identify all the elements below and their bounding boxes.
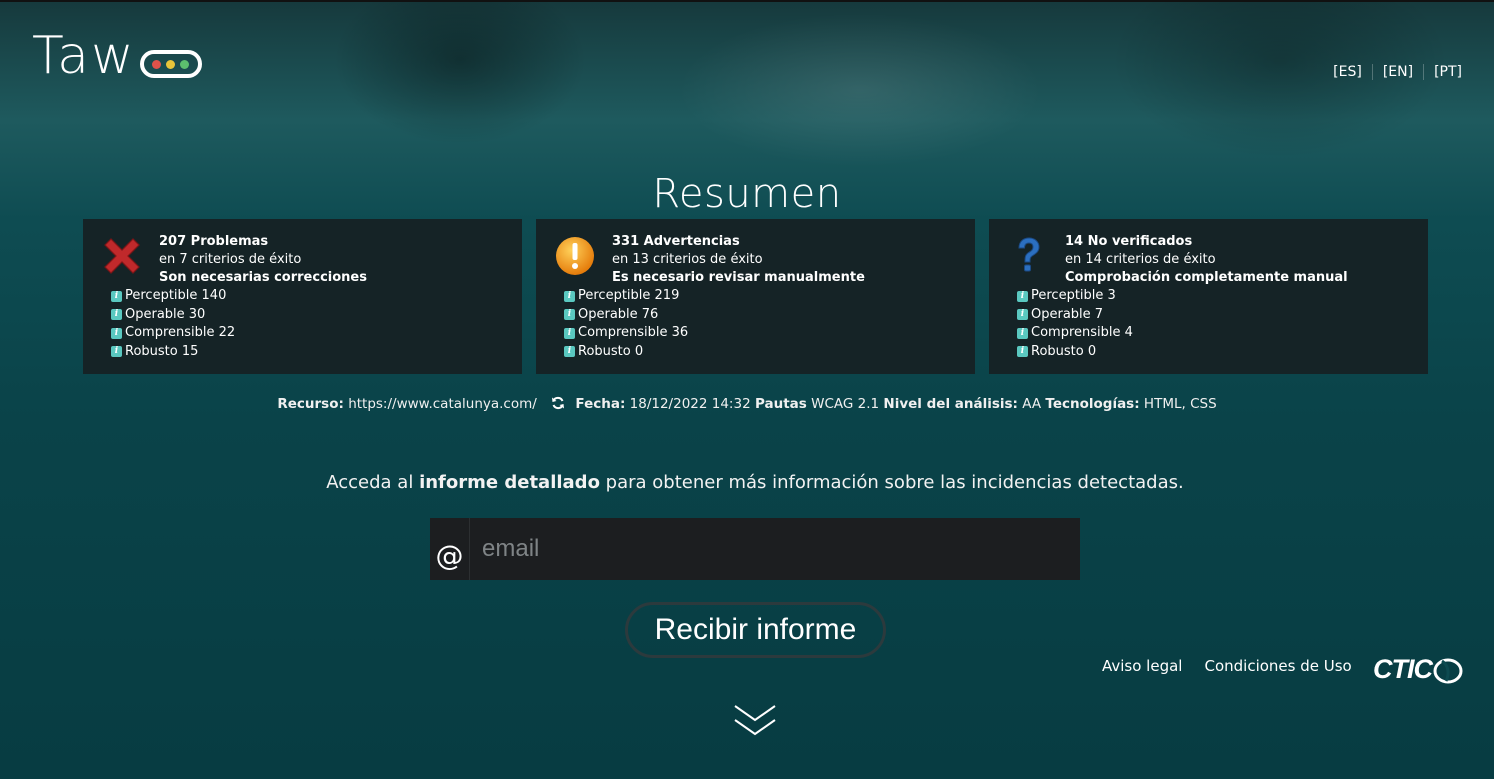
info-icon: i — [111, 327, 122, 339]
refresh-icon[interactable] — [551, 396, 565, 410]
red-dot — [152, 59, 162, 69]
list-item-label: Operable 7 — [1031, 306, 1104, 322]
info-icon: i — [564, 346, 575, 358]
list-item[interactable]: i Operable 30 — [111, 306, 510, 325]
lang-pt-link[interactable]: [PT] — [1423, 64, 1462, 80]
not-verified-count: 14 No verificados — [1065, 234, 1193, 249]
info-icon: i — [1017, 327, 1028, 339]
info-icon: i — [111, 309, 122, 321]
guidelines-value: WCAG 2.1 — [811, 396, 880, 412]
date-label: Fecha: — [575, 396, 626, 412]
problems-count: 207 Problemas — [159, 234, 269, 249]
info-icon: i — [1017, 346, 1028, 358]
problems-criteria: en 7 criterios de éxito — [159, 252, 302, 267]
not-verified-breakdown: i Perceptible 3 i Operable 7 i Comprensible… — [1017, 287, 1416, 361]
level-label: Nivel del análisis: — [883, 396, 1018, 412]
list-item-label: Comprensible 36 — [578, 325, 689, 340]
warnings-card: 331 Advertencias en 13 criterios de éxit… — [536, 219, 975, 374]
list-item-label: Perceptible 219 — [578, 288, 680, 303]
list-item[interactable]: i Operable 7 — [1017, 306, 1416, 325]
lang-en-link[interactable]: [EN] — [1371, 64, 1423, 80]
info-icon: i — [111, 290, 122, 302]
list-item[interactable]: i Robusto 0 — [1017, 343, 1416, 362]
list-item[interactable]: i Comprensible 4 — [1017, 324, 1416, 343]
resource-label: Recurso: — [277, 396, 344, 412]
info-icon: i — [564, 309, 575, 321]
problems-note: Son necesarias correcciones — [159, 270, 367, 285]
ctic-logo[interactable]: CTIC — [1373, 654, 1464, 685]
error-x-icon — [104, 238, 140, 274]
warning-icon — [556, 237, 594, 275]
logo-text: Taw — [32, 26, 136, 86]
email-input[interactable] — [470, 518, 1080, 580]
taw-logo[interactable]: Taw — [32, 30, 202, 82]
language-selector: [ES] [EN] [PT] — [1323, 64, 1462, 80]
card-header: 14 No verificados en 14 criterios de éxi… — [1065, 233, 1416, 287]
lang-es-link[interactable]: [ES] — [1323, 64, 1372, 80]
resource-url: https://www.catalunya.com/ — [348, 396, 537, 412]
terms-of-use-link[interactable]: Condiciones de Uso — [1204, 657, 1351, 675]
list-item[interactable]: i Perceptible 140 — [111, 287, 510, 306]
level-value: AA — [1022, 396, 1042, 412]
list-item[interactable]: i Operable 76 — [564, 306, 963, 325]
list-item[interactable]: i Perceptible 3 — [1017, 287, 1416, 306]
not-verified-note: Comprobación completamente manual — [1065, 270, 1348, 285]
email-field-group: @ — [430, 518, 1080, 580]
list-item[interactable]: i Comprensible 36 — [564, 324, 963, 343]
list-item-label: Robusto 15 — [125, 343, 199, 359]
card-header: 207 Problemas en 7 criterios de éxito So… — [159, 233, 510, 287]
at-icon: @ — [430, 518, 470, 580]
summary-cards: 207 Problemas en 7 criterios de éxito So… — [83, 219, 1428, 374]
list-item-label: Perceptible 3 — [1031, 288, 1116, 303]
guidelines-label: Pautas — [754, 396, 807, 412]
info-icon: i — [111, 346, 122, 358]
list-item[interactable]: i Robusto 15 — [111, 343, 510, 362]
not-verified-card: 14 No verificados en 14 criterios de éxi… — [989, 219, 1428, 374]
top-border — [0, 0, 1494, 2]
warnings-criteria: en 13 criterios de éxito — [612, 252, 763, 267]
ctic-logo-text: CTIC — [1373, 654, 1433, 684]
problems-card: 207 Problemas en 7 criterios de éxito So… — [83, 219, 522, 374]
list-item[interactable]: i Comprensible 22 — [111, 324, 510, 343]
scroll-down-chevron-icon[interactable] — [733, 702, 777, 738]
traffic-light-icon — [139, 50, 202, 78]
list-item[interactable]: i Perceptible 219 — [564, 287, 963, 306]
yellow-dot — [166, 59, 176, 69]
list-item-label: Robusto 0 — [1031, 343, 1097, 359]
question-icon — [1018, 237, 1040, 272]
list-item-label: Comprensible 4 — [1031, 325, 1133, 340]
list-item-label: Operable 76 — [578, 306, 659, 322]
detailed-report-prompt: Acceda al informe detallado para obtener… — [0, 472, 1494, 493]
list-item-label: Perceptible 140 — [125, 288, 227, 303]
info-icon: i — [1017, 309, 1028, 321]
card-header: 331 Advertencias en 13 criterios de éxit… — [612, 233, 963, 287]
warnings-note: Es necesario revisar manualmente — [612, 270, 865, 285]
list-item-label: Operable 30 — [125, 306, 206, 322]
technologies-label: Tecnologías: — [1045, 396, 1140, 412]
list-item-label: Robusto 0 — [578, 343, 644, 359]
footer-links: Aviso legal Condiciones de Uso — [1102, 657, 1352, 675]
info-icon: i — [1017, 290, 1028, 302]
warnings-count: 331 Advertencias — [612, 234, 740, 249]
ctic-swirl-icon — [1433, 658, 1463, 683]
list-item-label: Comprensible 22 — [125, 325, 236, 340]
analysis-metadata: Recurso: https://www.catalunya.com/ Fech… — [0, 396, 1494, 412]
info-icon: i — [564, 290, 575, 302]
prompt-bold: informe detallado — [419, 472, 600, 493]
receive-report-button[interactable]: Recibir informe — [625, 602, 886, 658]
problems-breakdown: i Perceptible 140 i Operable 30 i Comprensi… — [111, 287, 510, 361]
legal-notice-link[interactable]: Aviso legal — [1102, 657, 1182, 675]
warnings-breakdown: i Perceptible 219 i Operable 76 i Comprensi… — [564, 287, 963, 361]
page-title: Resumen — [652, 170, 842, 217]
prompt-prefix: Acceda al — [326, 472, 420, 493]
green-dot — [180, 59, 190, 69]
date-value: 18/12/2022 14:32 — [629, 396, 751, 412]
prompt-suffix: para obtener más información sobre las i… — [599, 472, 1184, 493]
info-icon: i — [564, 327, 575, 339]
list-item[interactable]: i Robusto 0 — [564, 343, 963, 362]
not-verified-criteria: en 14 criterios de éxito — [1065, 252, 1216, 267]
technologies-value: HTML, CSS — [1143, 396, 1217, 412]
